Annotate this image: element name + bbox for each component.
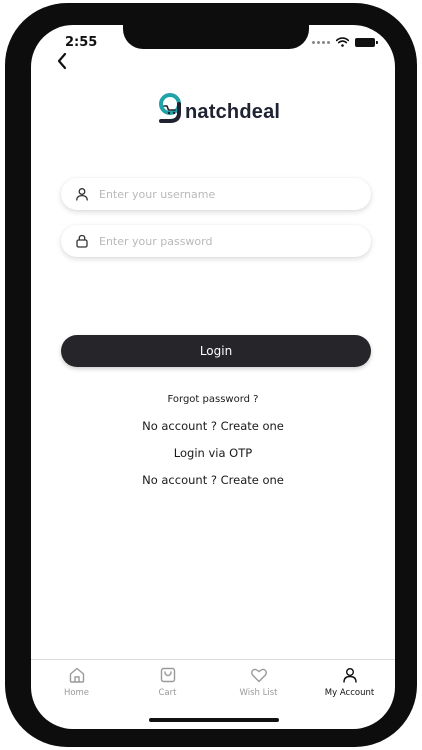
nav-item-cart[interactable]: Cart <box>122 660 213 713</box>
forgot-password-link[interactable]: Forgot password ? <box>31 394 395 405</box>
page: 2:55 natchdeal Enter your username Login… <box>0 0 422 750</box>
logo-mark-icon <box>159 93 181 123</box>
login-button[interactable]: Login <box>61 335 371 367</box>
back-button[interactable] <box>51 49 75 73</box>
phone-frame: 2:55 natchdeal Enter your username Login… <box>5 3 417 747</box>
chevron-left-icon <box>57 52 67 70</box>
nav-item-wishlist[interactable]: Wish List <box>213 660 304 713</box>
password-field-container <box>61 225 371 257</box>
logo-text: natchdeal <box>185 101 281 123</box>
user-icon <box>342 668 357 683</box>
app-screen: 2:55 natchdeal Enter your username Login… <box>31 25 395 729</box>
status-icons <box>312 37 378 47</box>
password-input[interactable] <box>99 234 339 248</box>
username-input[interactable] <box>99 187 339 201</box>
nav-label-my-account: My Account <box>324 688 375 698</box>
signal-icon <box>312 40 330 44</box>
heart-icon <box>250 668 267 683</box>
nav-label-home: Home <box>63 688 90 698</box>
home-indicator <box>149 718 279 722</box>
notch <box>123 25 309 49</box>
lock-icon <box>76 234 88 248</box>
username-field-container <box>61 178 371 210</box>
wifi-icon <box>336 37 349 47</box>
create-account-link[interactable]: No account ? Create one <box>31 419 395 433</box>
brand-logo: natchdeal <box>155 91 280 127</box>
home-icon <box>69 667 84 683</box>
cart-icon <box>160 667 175 683</box>
user-icon <box>76 188 88 201</box>
nav-item-home[interactable]: Home <box>31 660 122 713</box>
nav-label-wishlist: Wish List <box>239 688 278 698</box>
status-time: 2:55 <box>65 35 98 50</box>
nav-item-my-account[interactable]: My Account <box>304 660 395 713</box>
nav-label-cart: Cart <box>158 688 177 698</box>
create-account-link-secondary[interactable]: No account ? Create one <box>31 473 395 487</box>
bottom-nav: Home Cart Wish List My Account <box>31 659 395 713</box>
battery-icon <box>355 37 378 47</box>
login-otp-link[interactable]: Login via OTP <box>31 446 395 460</box>
